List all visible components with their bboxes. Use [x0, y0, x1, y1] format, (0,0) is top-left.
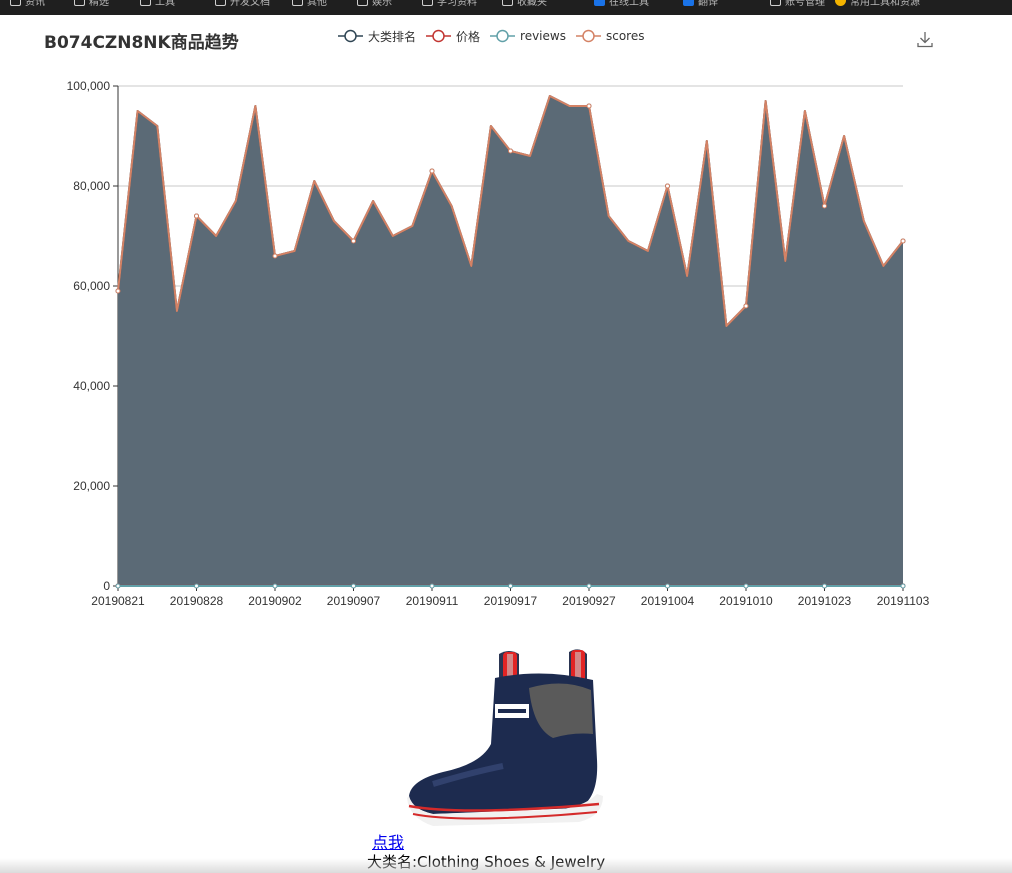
x-tick-label: 20190902 [248, 594, 302, 608]
data-point [743, 303, 749, 309]
series-area [118, 96, 903, 586]
x-tick-label: 20190927 [562, 594, 616, 608]
data-point [586, 583, 592, 589]
data-point [115, 583, 121, 589]
data-point [272, 583, 278, 589]
category-text: 大类名:Clothing Shoes & Jewelry [367, 853, 606, 871]
data-point [351, 238, 356, 244]
y-tick-label: 60,000 [73, 279, 110, 293]
data-point [586, 103, 592, 109]
x-tick-label: 20190917 [484, 594, 538, 608]
y-tick-label: 100,000 [67, 79, 111, 93]
data-point [822, 203, 827, 209]
x-tick-label: 20191023 [798, 594, 852, 608]
x-tick-label: 20191004 [641, 594, 695, 608]
data-point [194, 583, 199, 589]
y-tick-label: 80,000 [73, 179, 110, 193]
data-point [272, 253, 278, 259]
x-tick-label: 20190911 [406, 594, 459, 608]
x-tick-label: 20191010 [719, 594, 773, 608]
data-point [115, 288, 121, 294]
y-tick-label: 20,000 [73, 479, 110, 493]
data-point [665, 183, 670, 189]
data-point [900, 583, 906, 589]
click-me-link[interactable]: 点我 [372, 829, 404, 853]
data-point [508, 148, 513, 154]
data-point [900, 238, 906, 244]
data-point [822, 583, 827, 589]
x-tick-label: 20190907 [327, 594, 381, 608]
y-tick-label: 0 [103, 579, 110, 593]
x-tick-label: 20191103 [877, 594, 930, 608]
data-point [429, 583, 435, 589]
x-tick-label: 20190821 [91, 594, 145, 608]
data-point [508, 583, 513, 589]
boot-image [407, 649, 603, 826]
data-point [429, 168, 435, 174]
data-point [351, 583, 356, 589]
y-tick-label: 40,000 [73, 379, 110, 393]
data-point [665, 583, 670, 589]
trend-chart: 0 20,000 40,000 60,000 80,000 100,000 20190821… [67, 79, 930, 608]
data-point [743, 583, 749, 589]
data-point [194, 213, 199, 219]
x-tick-label: 20190828 [170, 594, 224, 608]
